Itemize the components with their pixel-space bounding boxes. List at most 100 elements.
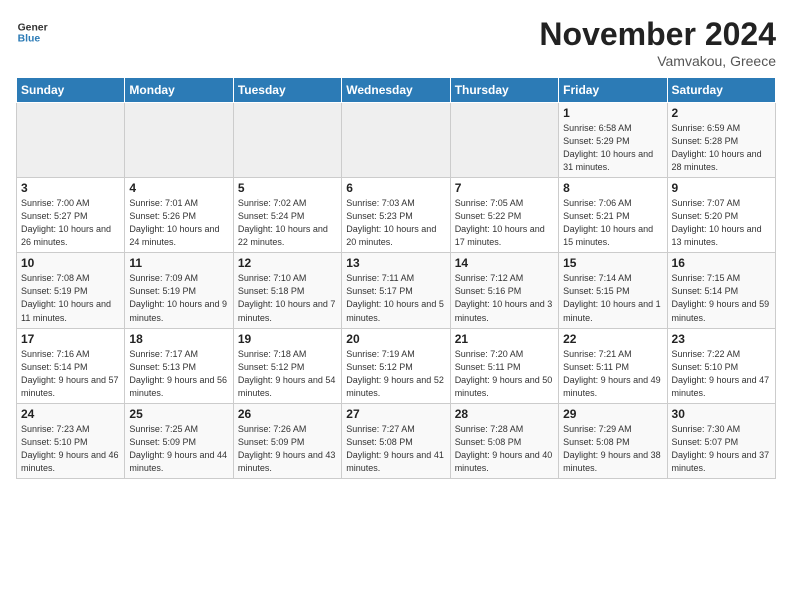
- day-info: Sunrise: 7:00 AM Sunset: 5:27 PM Dayligh…: [21, 197, 120, 249]
- calendar-cell: 1Sunrise: 6:58 AM Sunset: 5:29 PM Daylig…: [559, 103, 667, 178]
- day-number: 2: [672, 106, 771, 120]
- day-number: 21: [455, 332, 554, 346]
- day-number: 4: [129, 181, 228, 195]
- calendar-cell: 10 Sunrise: 7:08 AM Sunset: 5:19 PM Dayli…: [17, 253, 125, 328]
- weekday-header-row: SundayMondayTuesdayWednesdayThursdayFrid…: [17, 78, 776, 103]
- day-number: 15: [563, 256, 662, 270]
- calendar-table: SundayMondayTuesdayWednesdayThursdayFrid…: [16, 77, 776, 479]
- day-info: Sunrise: 7:28 AM Sunset: 5:08 PM Dayligh…: [455, 423, 554, 475]
- day-number: 23: [672, 332, 771, 346]
- day-number: 13: [346, 256, 445, 270]
- calendar-cell: 6 Sunrise: 7:03 AM Sunset: 5:23 PM Daylig…: [342, 178, 450, 253]
- day-number: 1: [563, 106, 662, 120]
- day-info: Sunrise: 7:02 AM Sunset: 5:24 PM Dayligh…: [238, 197, 337, 249]
- day-info: Sunrise: 7:16 AM Sunset: 5:14 PM Dayligh…: [21, 348, 120, 400]
- day-info: Sunrise: 7:25 AM Sunset: 5:09 PM Dayligh…: [129, 423, 228, 475]
- calendar-cell: 8Sunrise: 7:06 AM Sunset: 5:21 PM Daylig…: [559, 178, 667, 253]
- calendar-cell: 17 Sunrise: 7:16 AM Sunset: 5:14 PM Dayli…: [17, 328, 125, 403]
- calendar-cell: 16Sunrise: 7:15 AM Sunset: 5:14 PM Dayli…: [667, 253, 775, 328]
- svg-text:Blue: Blue: [18, 34, 41, 45]
- calendar-cell: 23 Sunrise: 7:22 AM Sunset: 5:10 PM Dayli…: [667, 328, 775, 403]
- day-number: 6: [346, 181, 445, 195]
- svg-text:General: General: [18, 22, 48, 33]
- calendar-cell: [233, 103, 341, 178]
- week-row-4: 17 Sunrise: 7:16 AM Sunset: 5:14 PM Dayli…: [17, 328, 776, 403]
- day-number: 10: [21, 256, 120, 270]
- day-info: Sunrise: 7:20 AM Sunset: 5:11 PM Dayligh…: [455, 348, 554, 400]
- day-info: Sunrise: 7:27 AM Sunset: 5:08 PM Dayligh…: [346, 423, 445, 475]
- calendar-cell: [450, 103, 558, 178]
- logo-icon: General Blue: [16, 16, 48, 48]
- day-info: Sunrise: 7:05 AM Sunset: 5:22 PM Dayligh…: [455, 197, 554, 249]
- day-number: 30: [672, 407, 771, 421]
- calendar-cell: 15 Sunrise: 7:14 AM Sunset: 5:15 PM Dayli…: [559, 253, 667, 328]
- calendar-body: 1Sunrise: 6:58 AM Sunset: 5:29 PM Daylig…: [17, 103, 776, 479]
- day-info: Sunrise: 6:59 AM Sunset: 5:28 PM Dayligh…: [672, 122, 771, 174]
- day-number: 28: [455, 407, 554, 421]
- day-number: 22: [563, 332, 662, 346]
- day-number: 25: [129, 407, 228, 421]
- calendar-cell: [125, 103, 233, 178]
- day-info: Sunrise: 7:09 AM Sunset: 5:19 PM Dayligh…: [129, 272, 228, 324]
- calendar-cell: 21 Sunrise: 7:20 AM Sunset: 5:11 PM Dayli…: [450, 328, 558, 403]
- day-info: Sunrise: 7:26 AM Sunset: 5:09 PM Dayligh…: [238, 423, 337, 475]
- calendar-cell: 3 Sunrise: 7:00 AM Sunset: 5:27 PM Daylig…: [17, 178, 125, 253]
- week-row-3: 10 Sunrise: 7:08 AM Sunset: 5:19 PM Dayli…: [17, 253, 776, 328]
- day-info: Sunrise: 7:23 AM Sunset: 5:10 PM Dayligh…: [21, 423, 120, 475]
- day-info: Sunrise: 7:18 AM Sunset: 5:12 PM Dayligh…: [238, 348, 337, 400]
- day-info: Sunrise: 7:07 AM Sunset: 5:20 PM Dayligh…: [672, 197, 771, 249]
- day-info: Sunrise: 7:14 AM Sunset: 5:15 PM Dayligh…: [563, 272, 662, 324]
- calendar-cell: 18 Sunrise: 7:17 AM Sunset: 5:13 PM Dayli…: [125, 328, 233, 403]
- weekday-friday: Friday: [559, 78, 667, 103]
- day-number: 18: [129, 332, 228, 346]
- page-header: General Blue November 2024 Vamvakou, Gre…: [16, 16, 776, 69]
- day-number: 7: [455, 181, 554, 195]
- day-info: Sunrise: 7:08 AM Sunset: 5:19 PM Dayligh…: [21, 272, 120, 324]
- calendar-cell: 22 Sunrise: 7:21 AM Sunset: 5:11 PM Dayli…: [559, 328, 667, 403]
- calendar-cell: 11 Sunrise: 7:09 AM Sunset: 5:19 PM Dayli…: [125, 253, 233, 328]
- day-info: Sunrise: 7:06 AM Sunset: 5:21 PM Dayligh…: [563, 197, 662, 249]
- weekday-tuesday: Tuesday: [233, 78, 341, 103]
- day-info: Sunrise: 7:21 AM Sunset: 5:11 PM Dayligh…: [563, 348, 662, 400]
- location: Vamvakou, Greece: [539, 53, 776, 69]
- calendar-cell: 13 Sunrise: 7:11 AM Sunset: 5:17 PM Dayli…: [342, 253, 450, 328]
- day-number: 16: [672, 256, 771, 270]
- day-number: 3: [21, 181, 120, 195]
- calendar-cell: 19 Sunrise: 7:18 AM Sunset: 5:12 PM Dayli…: [233, 328, 341, 403]
- day-number: 11: [129, 256, 228, 270]
- calendar-cell: 20Sunrise: 7:19 AM Sunset: 5:12 PM Dayli…: [342, 328, 450, 403]
- day-info: Sunrise: 7:11 AM Sunset: 5:17 PM Dayligh…: [346, 272, 445, 324]
- calendar-cell: 30 Sunrise: 7:30 AM Sunset: 5:07 PM Dayli…: [667, 403, 775, 478]
- week-row-2: 3 Sunrise: 7:00 AM Sunset: 5:27 PM Daylig…: [17, 178, 776, 253]
- day-number: 24: [21, 407, 120, 421]
- day-number: 12: [238, 256, 337, 270]
- calendar-cell: 4 Sunrise: 7:01 AM Sunset: 5:26 PM Daylig…: [125, 178, 233, 253]
- day-info: Sunrise: 7:01 AM Sunset: 5:26 PM Dayligh…: [129, 197, 228, 249]
- weekday-saturday: Saturday: [667, 78, 775, 103]
- weekday-monday: Monday: [125, 78, 233, 103]
- day-info: Sunrise: 7:03 AM Sunset: 5:23 PM Dayligh…: [346, 197, 445, 249]
- day-number: 19: [238, 332, 337, 346]
- calendar-cell: 2 Sunrise: 6:59 AM Sunset: 5:28 PM Daylig…: [667, 103, 775, 178]
- day-info: Sunrise: 7:30 AM Sunset: 5:07 PM Dayligh…: [672, 423, 771, 475]
- calendar-cell: 26Sunrise: 7:26 AM Sunset: 5:09 PM Dayli…: [233, 403, 341, 478]
- weekday-wednesday: Wednesday: [342, 78, 450, 103]
- day-info: Sunrise: 7:12 AM Sunset: 5:16 PM Dayligh…: [455, 272, 554, 324]
- calendar-cell: [342, 103, 450, 178]
- calendar-cell: 5Sunrise: 7:02 AM Sunset: 5:24 PM Daylig…: [233, 178, 341, 253]
- calendar-cell: 28 Sunrise: 7:28 AM Sunset: 5:08 PM Dayli…: [450, 403, 558, 478]
- day-info: Sunrise: 7:17 AM Sunset: 5:13 PM Dayligh…: [129, 348, 228, 400]
- week-row-1: 1Sunrise: 6:58 AM Sunset: 5:29 PM Daylig…: [17, 103, 776, 178]
- calendar-cell: 7 Sunrise: 7:05 AM Sunset: 5:22 PM Daylig…: [450, 178, 558, 253]
- calendar-cell: 25 Sunrise: 7:25 AM Sunset: 5:09 PM Dayli…: [125, 403, 233, 478]
- calendar-cell: 12Sunrise: 7:10 AM Sunset: 5:18 PM Dayli…: [233, 253, 341, 328]
- month-title: November 2024: [539, 16, 776, 53]
- day-number: 14: [455, 256, 554, 270]
- calendar-cell: 29Sunrise: 7:29 AM Sunset: 5:08 PM Dayli…: [559, 403, 667, 478]
- week-row-5: 24 Sunrise: 7:23 AM Sunset: 5:10 PM Dayli…: [17, 403, 776, 478]
- day-info: Sunrise: 7:22 AM Sunset: 5:10 PM Dayligh…: [672, 348, 771, 400]
- day-number: 17: [21, 332, 120, 346]
- day-number: 9: [672, 181, 771, 195]
- weekday-sunday: Sunday: [17, 78, 125, 103]
- calendar-cell: 27Sunrise: 7:27 AM Sunset: 5:08 PM Dayli…: [342, 403, 450, 478]
